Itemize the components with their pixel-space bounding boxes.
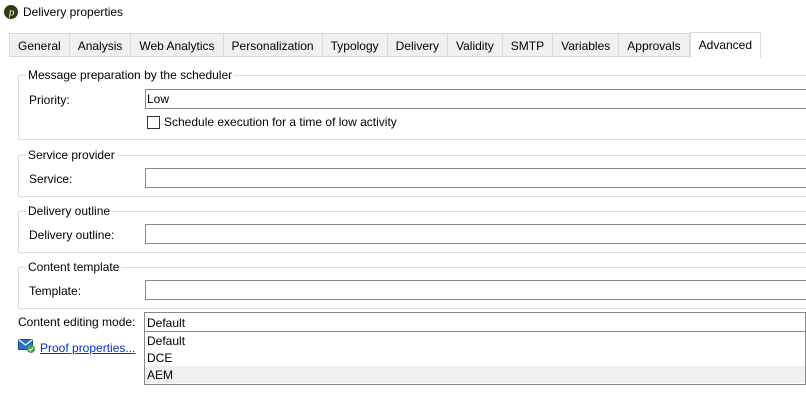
tab-web-analytics[interactable]: Web Analytics — [130, 33, 223, 57]
tab-validity[interactable]: Validity — [446, 33, 502, 57]
outline-field[interactable] — [145, 224, 806, 244]
scheduler-legend: Message preparation by the scheduler — [26, 68, 235, 82]
service-label: Service: — [29, 172, 73, 186]
service-group: Service provider Service: — [18, 148, 806, 197]
tab-personalization[interactable]: Personalization — [222, 33, 322, 57]
content-mode-dropdown: Default DCE AEM — [144, 332, 806, 385]
priority-label: Priority: — [29, 93, 70, 107]
app-logo-icon: p — [4, 5, 18, 19]
tab-general[interactable]: General — [9, 33, 69, 57]
window-title: Delivery properties — [23, 5, 124, 19]
tab-advanced[interactable]: Advanced — [689, 32, 762, 58]
svg-text:p: p — [9, 9, 15, 19]
template-label: Template: — [29, 284, 82, 298]
title-bar: p Delivery properties — [0, 0, 806, 26]
scheduler-group: Message preparation by the scheduler Pri… — [18, 68, 806, 140]
outline-group: Delivery outline Delivery outline: — [18, 204, 806, 253]
schedule-checkbox-row[interactable]: Schedule execution for a time of low act… — [147, 115, 397, 129]
option-aem[interactable]: AEM — [145, 366, 805, 383]
priority-field[interactable]: Low — [145, 89, 806, 109]
envelope-check-icon — [18, 338, 36, 357]
template-legend: Content template — [26, 260, 122, 274]
tab-delivery[interactable]: Delivery — [386, 33, 447, 57]
option-default[interactable]: Default — [145, 332, 805, 349]
tab-smtp[interactable]: SMTP — [501, 33, 553, 57]
schedule-checkbox-label: Schedule execution for a time of low act… — [164, 115, 397, 129]
template-group: Content template Template: — [18, 260, 806, 309]
tab-approvals[interactable]: Approvals — [618, 33, 690, 57]
template-field[interactable] — [145, 280, 806, 300]
proof-properties-link[interactable]: Proof properties... — [40, 341, 135, 355]
tab-analysis[interactable]: Analysis — [68, 33, 131, 57]
service-field[interactable] — [145, 168, 806, 188]
option-dce[interactable]: DCE — [145, 349, 805, 366]
tab-bar: General Analysis Web Analytics Personali… — [9, 32, 762, 58]
proof-properties[interactable]: Proof properties... — [18, 338, 135, 357]
service-legend: Service provider — [26, 148, 117, 162]
tab-variables[interactable]: Variables — [552, 33, 619, 57]
tab-typology[interactable]: Typology — [321, 33, 387, 57]
content-mode-select[interactable]: Default — [144, 312, 806, 332]
outline-legend: Delivery outline — [26, 204, 113, 218]
content-mode-label: Content editing mode: — [18, 315, 136, 329]
outline-label: Delivery outline: — [29, 228, 115, 242]
schedule-checkbox[interactable] — [147, 115, 160, 129]
